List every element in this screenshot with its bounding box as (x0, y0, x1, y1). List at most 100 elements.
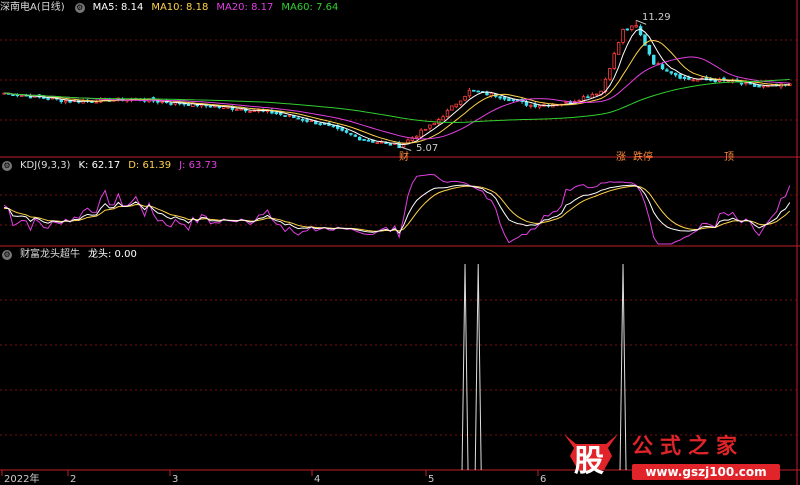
site-url: www.gszj100.com (632, 464, 780, 480)
candle-body (366, 139, 371, 142)
candle-body (20, 95, 24, 97)
candle-body (463, 96, 467, 101)
candle-body (608, 68, 612, 80)
settings-icon[interactable]: ⚙ (2, 250, 12, 260)
candle-body (634, 24, 638, 28)
kdj-j-label: J: 63.73 (179, 160, 218, 171)
candle-body (682, 76, 687, 79)
candle-body (502, 96, 507, 100)
candle-body (454, 103, 458, 108)
low-price-label: 5.07 (416, 143, 439, 154)
indicator-panel-header: ⚙ 财富龙头超牛 龙头: 0.00 (0, 247, 137, 263)
candle-body (428, 124, 432, 129)
candle-body (362, 138, 366, 141)
candle-body (660, 64, 665, 70)
candle-body (695, 78, 700, 82)
x-axis-tick-label: 4 (314, 474, 320, 485)
stock-chart[interactable]: 2022年 2 3 4 5 6 (0, 0, 800, 485)
candle-body (208, 105, 213, 108)
candle-body (248, 111, 252, 113)
candle-body (467, 89, 472, 97)
indicator-title: 财富龙头超牛 (20, 249, 80, 260)
x-axis-tick-label: 3 (172, 474, 178, 485)
stock-title: 深南电A(日线) (0, 2, 65, 13)
candle-body (678, 74, 682, 79)
candle-body (669, 71, 674, 74)
candle-body (586, 96, 590, 99)
event-tag-1: 涨 (616, 152, 626, 163)
candle-body (498, 96, 502, 99)
kdj-panel-header: ⚙ KDJ(9,3,3) K: 62.17 D: 61.39 J: 63.73 (0, 158, 217, 174)
candle-body (357, 136, 362, 141)
ma5-line (4, 28, 790, 146)
candle-body (687, 77, 691, 80)
candle-body (340, 127, 344, 131)
candle-body (752, 83, 757, 87)
candle-body (63, 100, 68, 103)
candle-body (507, 98, 511, 102)
candle-body (160, 101, 164, 103)
candle-body (594, 93, 599, 96)
candle-body (379, 141, 384, 144)
candle-body (472, 89, 476, 92)
candle-body (296, 117, 300, 120)
candle-body (564, 101, 568, 104)
candle-body (419, 129, 423, 138)
candle-body (287, 114, 292, 117)
candle-body (761, 85, 766, 88)
price-panel-header: 深南电A(日线) ⚙ MA5: 8.14 MA10: 8.18 MA20: 8.… (0, 0, 338, 16)
candle-body (239, 108, 243, 111)
candle-body (476, 90, 480, 93)
high-price-label: 11.29 (642, 12, 671, 23)
candle-body (169, 103, 173, 105)
candle-body (94, 101, 99, 104)
logo-char: 股 (574, 444, 604, 479)
settings-icon[interactable]: ⚙ (74, 3, 85, 13)
x-axis-tick-label: 2 (70, 474, 76, 485)
candle-body (344, 130, 349, 133)
candle-body (278, 112, 283, 115)
kdj-title: KDJ(9,3,3) (20, 160, 71, 171)
candle-body (673, 72, 678, 76)
x-axis-tick-label: 5 (428, 474, 434, 485)
candle-body (415, 135, 419, 138)
ma10-line (4, 39, 790, 144)
candle-body (511, 99, 516, 102)
candle-body (533, 103, 537, 108)
candle-body (691, 79, 695, 82)
candle-body (739, 82, 744, 85)
candle-body (59, 99, 63, 103)
ma20-line (4, 56, 790, 140)
candle-body (235, 109, 239, 111)
candle-body (612, 53, 616, 69)
kdj-d-label: D: 61.39 (128, 160, 172, 171)
x-axis-tick-label: 6 (540, 474, 546, 485)
candle-body (46, 98, 50, 100)
candle-body (217, 106, 221, 108)
ma5-label: MA5: 8.14 (92, 2, 144, 13)
candle-body (305, 119, 309, 122)
candle-body (375, 142, 379, 144)
candle-body (445, 109, 450, 118)
ma60-label: MA60: 7.64 (281, 2, 339, 13)
candle-body (652, 54, 656, 65)
candle-body (331, 125, 336, 128)
candle-body (432, 122, 437, 126)
candle-body (353, 134, 358, 137)
settings-icon[interactable]: ⚙ (2, 161, 12, 171)
candle-body (322, 123, 327, 125)
candle-body (665, 69, 669, 72)
candle-body (621, 28, 625, 43)
x-axis-tick-label: 2022年 (4, 472, 39, 485)
longtou-signal-spike (461, 263, 469, 471)
event-tag-2: 跌停 (633, 152, 653, 163)
candle-body (647, 44, 652, 55)
kdj-d-line (4, 185, 791, 232)
candle-body (441, 116, 445, 121)
kdj-k-line (4, 184, 791, 234)
ma20-label: MA20: 8.17 (216, 2, 274, 13)
candle-body (630, 25, 634, 30)
site-block: 公式之家 www.gszj100.com (632, 430, 780, 480)
candle-body (638, 26, 643, 36)
candle-body (274, 112, 279, 115)
